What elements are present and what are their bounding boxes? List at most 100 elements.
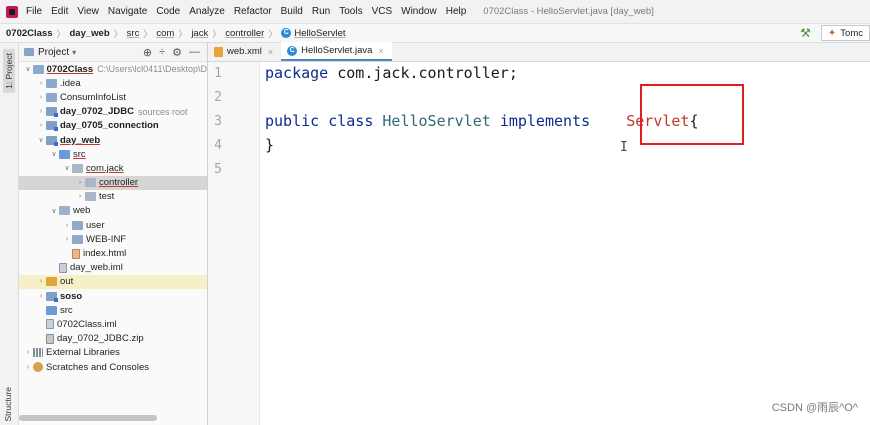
menu-view[interactable]: View bbox=[77, 6, 99, 17]
run-configuration-select[interactable]: ✦ Tomc bbox=[820, 25, 870, 41]
file-iml-icon bbox=[59, 262, 67, 273]
tree-item[interactable]: day_0702_JDBC.zip bbox=[19, 332, 207, 346]
tab-web-xml[interactable]: web.xml × bbox=[208, 42, 281, 61]
tree-item[interactable]: › WEB-INF bbox=[19, 232, 207, 246]
tree-item[interactable]: › .idea bbox=[19, 76, 207, 90]
tree-item[interactable]: › out bbox=[19, 274, 207, 289]
locate-file-icon[interactable]: ⊕ bbox=[143, 46, 152, 59]
tree-item[interactable]: › test bbox=[19, 190, 207, 204]
code-keyword: class bbox=[328, 112, 374, 130]
chevron-right-icon: 〉 bbox=[143, 28, 153, 39]
menu-edit[interactable]: Edit bbox=[51, 6, 68, 17]
chevron-down-icon[interactable]: ∨ bbox=[49, 150, 59, 158]
folder-icon bbox=[72, 220, 83, 230]
tree-item[interactable]: › Scratches and Consoles bbox=[19, 360, 207, 374]
chevron-right-icon[interactable]: › bbox=[36, 108, 46, 115]
tree-item-label: com.jack bbox=[86, 162, 124, 174]
folder-src-icon bbox=[59, 149, 70, 159]
project-view-select[interactable]: Project bbox=[38, 47, 69, 58]
menu-build[interactable]: Build bbox=[281, 6, 303, 17]
tree-item[interactable]: 0702Class.iml bbox=[19, 317, 207, 331]
chevron-right-icon[interactable]: › bbox=[36, 80, 46, 87]
chevron-right-icon[interactable]: › bbox=[36, 122, 46, 129]
chevron-right-icon[interactable]: › bbox=[62, 236, 72, 243]
breadcrumb-module[interactable]: day_web bbox=[70, 28, 110, 39]
build-hammer-icon[interactable]: ⚒ bbox=[800, 26, 811, 40]
tool-tab-project[interactable]: 1: Project bbox=[3, 49, 15, 93]
menu-tools[interactable]: Tools bbox=[339, 6, 362, 17]
tool-tab-structure[interactable]: Structure bbox=[3, 387, 13, 422]
chevron-down-icon[interactable]: ∨ bbox=[36, 136, 46, 144]
breadcrumb-com[interactable]: com bbox=[156, 28, 174, 39]
tree-item[interactable]: › soso bbox=[19, 289, 207, 303]
tree-item[interactable]: day_web.iml bbox=[19, 261, 207, 275]
window-title: 0702Class - HelloServlet.java [day_web] bbox=[483, 6, 654, 17]
chevron-right-icon[interactable]: › bbox=[36, 94, 46, 101]
intellij-logo-icon bbox=[6, 5, 18, 18]
chevron-down-icon[interactable]: ∨ bbox=[49, 207, 59, 215]
folder-icon bbox=[32, 64, 44, 74]
horizontal-scrollbar[interactable] bbox=[19, 415, 157, 421]
chevron-right-icon[interactable]: › bbox=[23, 364, 33, 371]
tree-item[interactable]: › External Libraries bbox=[19, 346, 207, 360]
close-icon[interactable]: × bbox=[268, 47, 273, 57]
menu-analyze[interactable]: Analyze bbox=[189, 6, 225, 17]
menu-run[interactable]: Run bbox=[312, 6, 330, 17]
breadcrumb-class[interactable]: HelloServlet bbox=[294, 28, 345, 39]
tree-item[interactable]: index.html bbox=[19, 246, 207, 260]
menu-bar: File Edit View Navigate Code Analyze Ref… bbox=[0, 0, 870, 23]
tree-item[interactable]: › controller bbox=[19, 175, 207, 190]
tab-hello-servlet[interactable]: C HelloServlet.java × bbox=[281, 42, 392, 61]
breadcrumb-jack[interactable]: jack bbox=[191, 28, 208, 39]
tree-item-label: ConsumInfoList bbox=[60, 91, 127, 103]
chevron-right-icon[interactable]: › bbox=[23, 349, 33, 356]
hide-panel-icon[interactable]: — bbox=[189, 46, 200, 58]
menu-code[interactable]: Code bbox=[156, 6, 180, 17]
code-line-1: package com.jack.controller; bbox=[265, 64, 518, 82]
chevron-down-icon[interactable]: ∨ bbox=[23, 65, 33, 73]
folder-src-icon bbox=[46, 305, 57, 315]
chevron-right-icon[interactable]: › bbox=[36, 278, 46, 285]
menu-navigate[interactable]: Navigate bbox=[108, 6, 147, 17]
tree-item[interactable]: src bbox=[19, 303, 207, 317]
gear-icon[interactable]: ⚙ bbox=[172, 46, 182, 59]
chevron-down-icon[interactable]: ∨ bbox=[62, 164, 72, 172]
chevron-right-icon[interactable]: › bbox=[36, 293, 46, 300]
breadcrumb-src[interactable]: src bbox=[127, 28, 140, 39]
folder-pkg-icon bbox=[85, 178, 96, 188]
collapse-all-icon[interactable]: ÷ bbox=[159, 46, 165, 58]
editor-area: web.xml × C HelloServlet.java × 1 2 3 4 … bbox=[208, 42, 870, 425]
tree-item[interactable]: ∨ web bbox=[19, 204, 207, 218]
menu-window[interactable]: Window bbox=[401, 6, 437, 17]
tree-item[interactable]: › ConsumInfoList bbox=[19, 90, 207, 104]
folder-icon bbox=[46, 78, 57, 88]
breadcrumb-controller[interactable]: controller bbox=[225, 28, 264, 39]
code-editor[interactable]: package com.jack.controller; public clas… bbox=[265, 62, 865, 425]
chevron-right-icon[interactable]: › bbox=[75, 179, 85, 186]
code-text: } bbox=[265, 136, 275, 154]
menu-refactor[interactable]: Refactor bbox=[234, 6, 272, 17]
tree-item-label: soso bbox=[60, 290, 83, 302]
menu-vcs[interactable]: VCS bbox=[372, 6, 393, 17]
folder-icon bbox=[46, 92, 57, 102]
tree-item[interactable]: ∨ day_web bbox=[19, 133, 207, 147]
tree-item[interactable]: › user bbox=[19, 218, 207, 232]
chevron-right-icon: 〉 bbox=[268, 28, 278, 39]
tree-item-path: sources root bbox=[137, 106, 188, 117]
tree-item[interactable]: › day_0705_connection bbox=[19, 119, 207, 133]
chevron-right-icon[interactable]: › bbox=[75, 193, 85, 200]
menu-file[interactable]: File bbox=[26, 6, 42, 17]
xml-file-icon bbox=[214, 46, 223, 57]
code-keyword: package bbox=[265, 64, 329, 82]
chevron-right-icon[interactable]: › bbox=[62, 222, 72, 229]
tree-item[interactable]: ∨ com.jack bbox=[19, 161, 207, 175]
tree-item[interactable]: ∨ src bbox=[19, 147, 207, 161]
menu-help[interactable]: Help bbox=[446, 6, 467, 17]
close-icon[interactable]: × bbox=[378, 46, 383, 56]
tree-item[interactable]: › day_0702_JDBC sources root bbox=[19, 105, 207, 119]
tree-item[interactable]: ∨ 0702Class C:\Users\lcl0411\Desktop\D bbox=[19, 62, 207, 76]
chevron-down-icon[interactable]: ▾ bbox=[72, 48, 76, 57]
folder-mod-icon bbox=[46, 291, 58, 302]
breadcrumb-project[interactable]: 0702Class bbox=[6, 28, 52, 39]
folder-mod-icon bbox=[46, 135, 58, 146]
